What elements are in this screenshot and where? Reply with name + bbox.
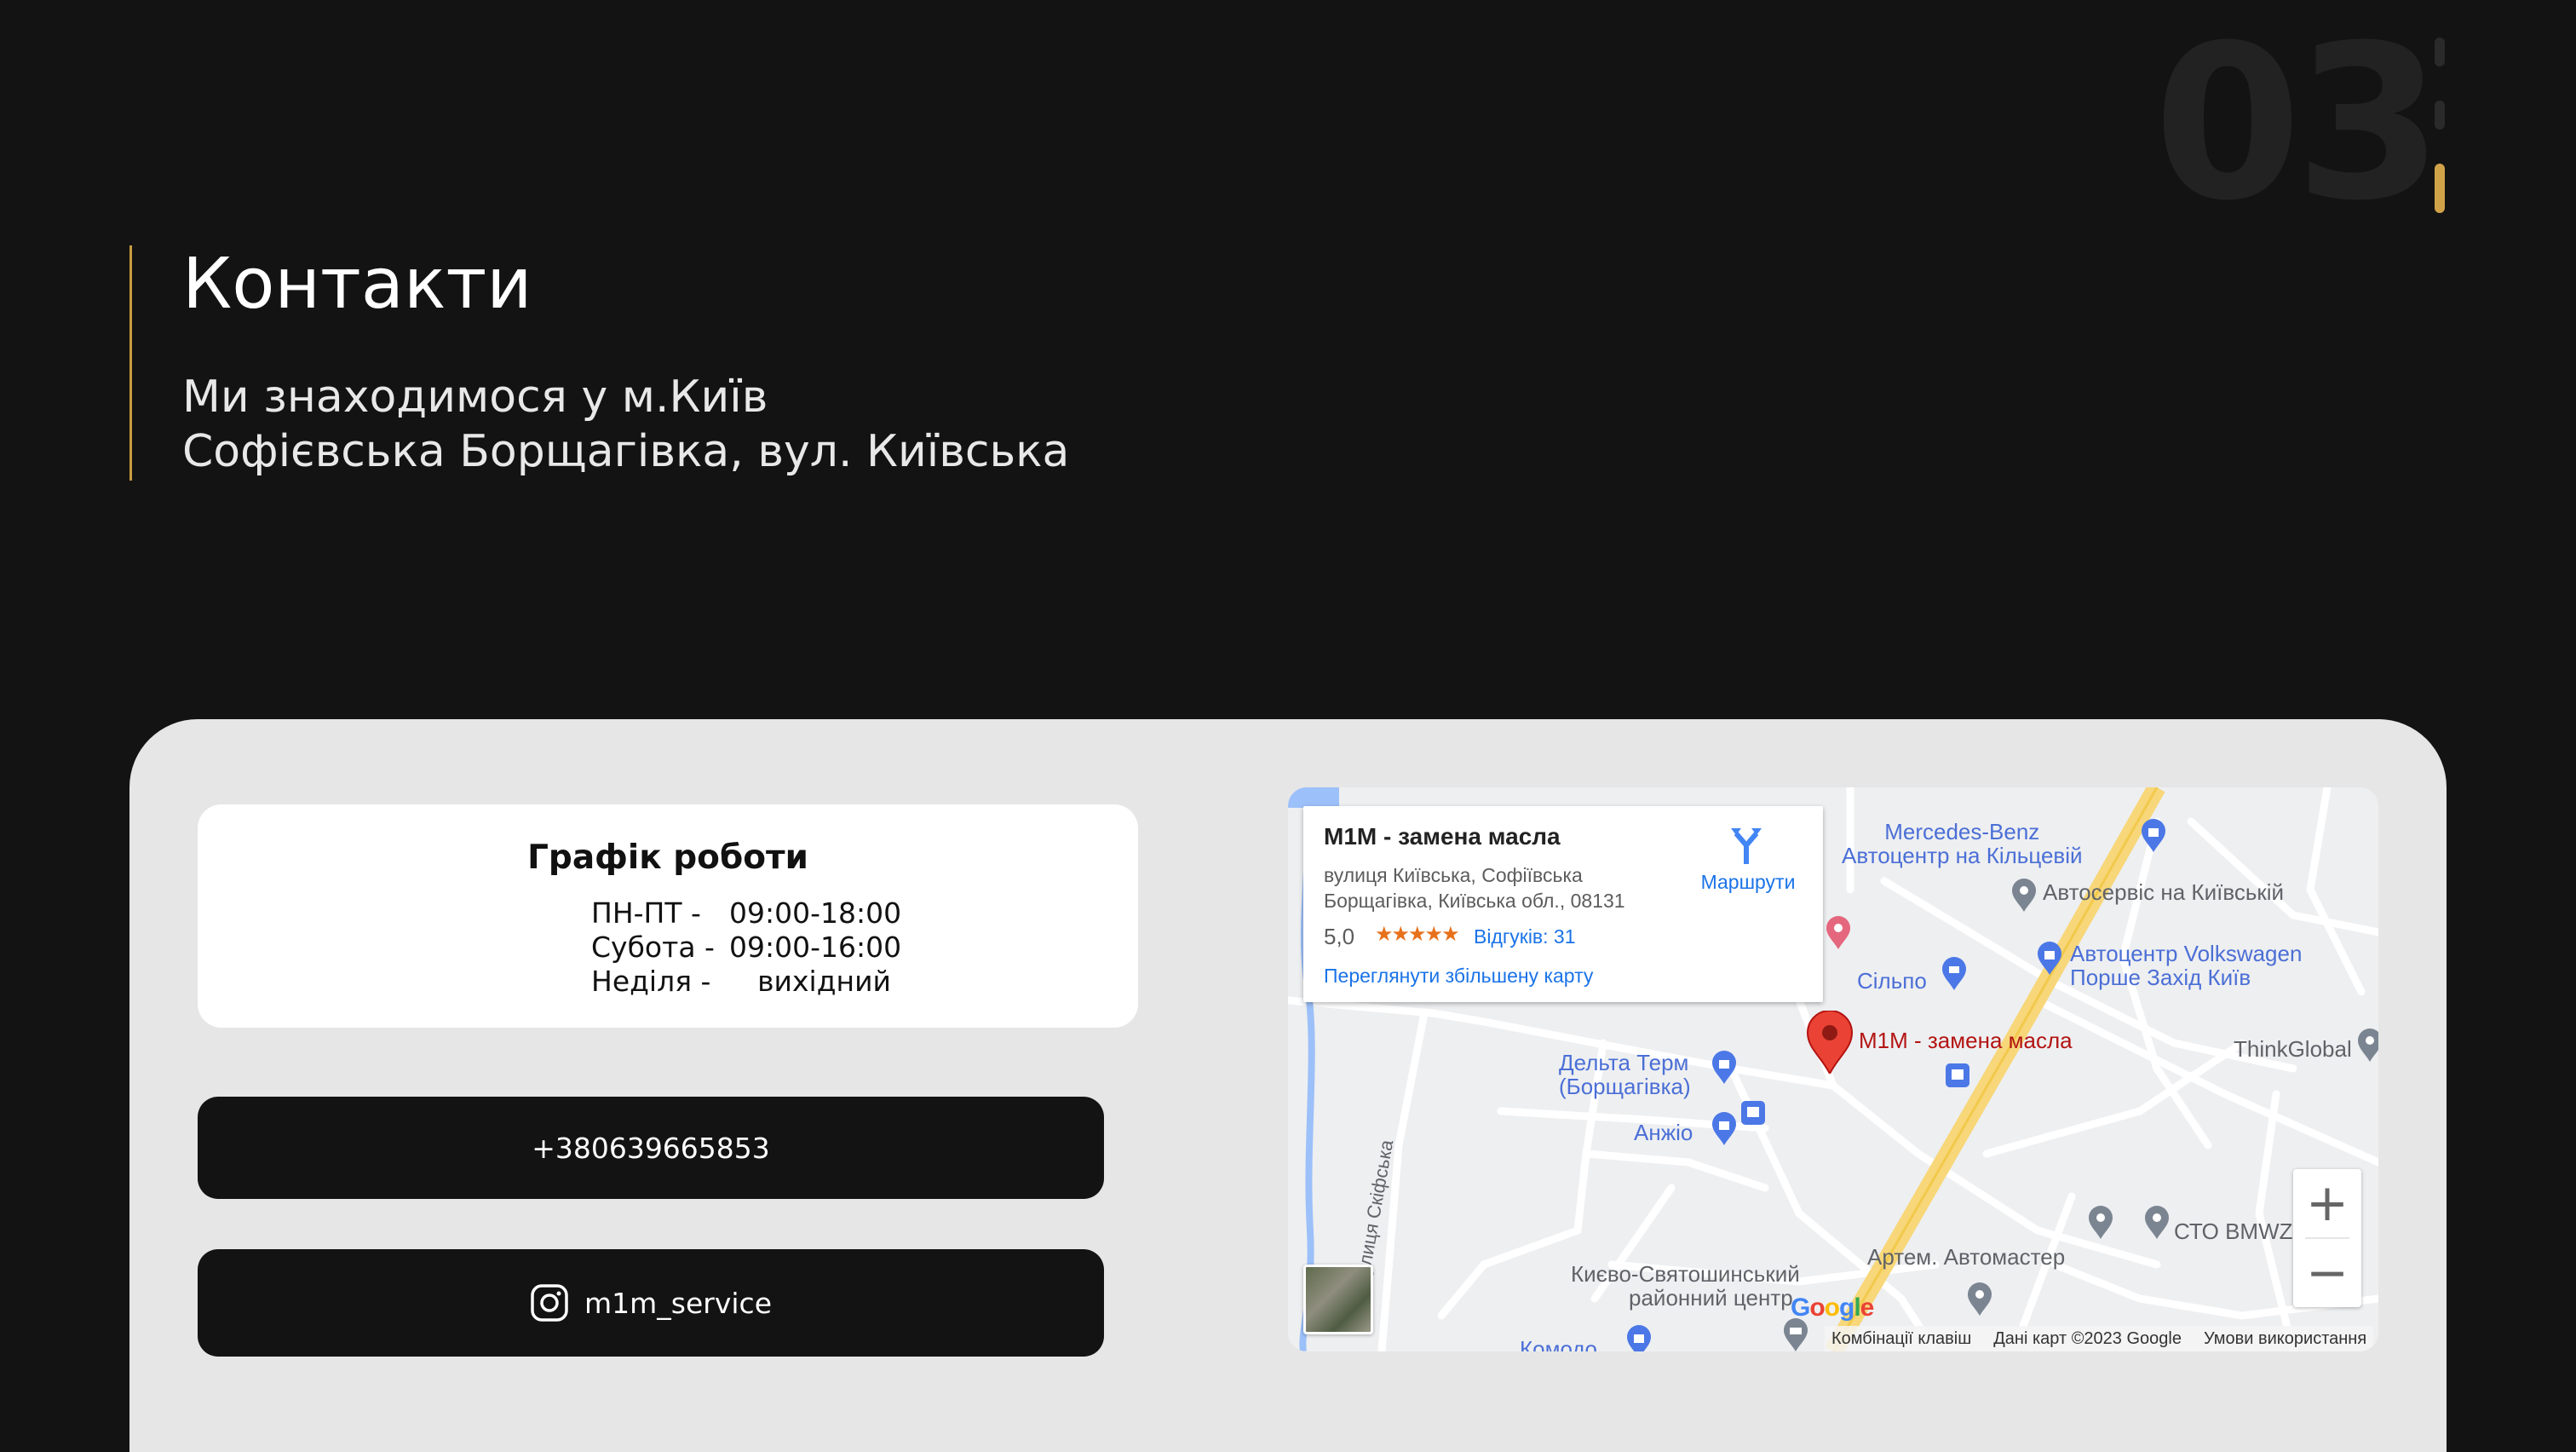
schedule-day: Неділя - (591, 965, 711, 998)
map-embed[interactable]: M1M - замена масла вулиця Київська, Софі… (1288, 787, 2378, 1351)
schedule-time: 09:00-16:00 (729, 931, 902, 964)
map-label-autoservice[interactable]: Автосервіс на Київській (2043, 879, 2284, 906)
map-label-silpo[interactable]: Сільпо (1857, 968, 1927, 994)
reviews-link[interactable]: Відгуків: 31 (1474, 925, 1576, 948)
map-label-vw-1[interactable]: Автоцентр Volkswagen (2070, 941, 2302, 967)
view-larger-map-link[interactable]: Переглянути збільшену карту (1324, 965, 1593, 988)
contacts-panel: Графік роботи ПН-ПТ - 09:00-18:00 Субота… (129, 719, 2447, 1452)
shopping-pin-icon[interactable] (2140, 818, 2167, 852)
phone-number: +380639665853 (532, 1131, 770, 1165)
map-attribution: Комбінації клавіш Дані карт ©2023 Google… (1825, 1326, 2374, 1351)
shopping-pin-icon[interactable] (1625, 1324, 1653, 1351)
pin-icon[interactable] (2087, 1205, 2114, 1239)
map-label-center-1[interactable]: Києво-Святошинський (1571, 1261, 1800, 1288)
pin-icon[interactable] (1825, 915, 1852, 949)
pin-icon[interactable] (2143, 1205, 2171, 1239)
map-label-mercedes[interactable]: Mercedes-Benz Автоцентр на Кільцевій (1842, 820, 2083, 867)
map-place-card: M1M - замена масла вулиця Київська, Софі… (1303, 806, 1823, 1002)
map-label-delta-1[interactable]: Дельта Терм (1559, 1050, 1688, 1076)
schedule-day: Субота - (591, 931, 715, 964)
instagram-icon (531, 1284, 568, 1322)
schedule-row: ПН-ПТ - 09:00-18:00 (591, 896, 902, 931)
zoom-in-button[interactable]: + (2293, 1169, 2361, 1237)
pin-icon[interactable] (2356, 1028, 2378, 1062)
schedule-day: ПН-ПТ - (591, 896, 701, 930)
directions-link[interactable]: Маршрути (1688, 871, 1808, 894)
schedule-rows: ПН-ПТ - 09:00-18:00 Субота - 09:00-16:00… (591, 896, 902, 999)
google-logo: Google (1791, 1294, 1874, 1322)
keyboard-shortcuts-link[interactable]: Комбінації клавіш (1831, 1329, 1971, 1349)
shopping-pin-icon[interactable] (1711, 1111, 1738, 1145)
satellite-toggle[interactable] (1303, 1265, 1373, 1334)
address-text: Ми знаходимося у м.Київ Софієвська Борща… (182, 370, 1069, 479)
schedule-time: вихідний (757, 965, 891, 998)
pager-dot-1[interactable] (2435, 37, 2445, 66)
zoom-control: + − (2293, 1169, 2361, 1307)
map-label-anzhio[interactable]: Анжіо (1634, 1120, 1693, 1146)
map-label-pin[interactable]: M1M - замена масла (1859, 1028, 2073, 1054)
section-number: 03 (2153, 0, 2443, 247)
pager-dot-3-active[interactable] (2435, 164, 2445, 213)
schedule-card: Графік роботи ПН-ПТ - 09:00-18:00 Субота… (198, 804, 1138, 1028)
shopping-pin-icon[interactable] (1711, 1050, 1738, 1084)
schedule-row: Субота - 09:00-16:00 (591, 931, 902, 965)
instagram-button[interactable]: m1m_service (198, 1249, 1104, 1357)
cart-pin-icon[interactable] (1941, 956, 1968, 990)
map-label-vw-2[interactable]: Порше Захід Київ (2070, 965, 2251, 991)
shopping-pin-icon[interactable] (2036, 941, 2063, 975)
map-label-delta-2[interactable]: (Борщагівка) (1559, 1074, 1691, 1100)
place-rating: 5,0 (1324, 924, 1355, 949)
map-label-center-2[interactable]: районний центр (1629, 1285, 1793, 1311)
phone-button[interactable]: +380639665853 (198, 1097, 1104, 1199)
map-label-artem[interactable]: Артем. Автомастер (1867, 1244, 2065, 1270)
bus-stop-icon[interactable] (1741, 1101, 1765, 1125)
map-label-komodo[interactable]: Комодо (1520, 1336, 1597, 1351)
pin-icon[interactable] (1966, 1282, 1993, 1316)
schedule-time: 09:00-18:00 (729, 896, 902, 930)
place-title: M1M - замена масла (1324, 823, 1561, 850)
schedule-title: Графік роботи (527, 838, 808, 877)
place-address: вулиця Київська, Софіївська Борщагівка, … (1324, 864, 1625, 912)
rating-stars-icon: ★★★★★ (1375, 923, 1460, 946)
terms-link[interactable]: Умови використання (2204, 1329, 2366, 1349)
location-pin-icon[interactable] (1806, 1011, 1854, 1074)
page-title: Контакти (182, 244, 532, 325)
schedule-row: Неділя - вихідний (591, 965, 891, 999)
map-data-text: Дані карт ©2023 Google (1993, 1328, 2182, 1348)
zoom-out-button[interactable]: − (2293, 1239, 2361, 1307)
address-line-1: Ми знаходимося у м.Київ (182, 372, 768, 423)
heading-accent-bar (129, 245, 132, 481)
instagram-handle: m1m_service (584, 1286, 772, 1320)
pin-icon[interactable] (2010, 878, 2038, 912)
bus-stop-icon[interactable] (1946, 1063, 1969, 1087)
museum-pin-icon[interactable] (1782, 1317, 1809, 1351)
address-line-2: Софієвська Борщагівка, вул. Київська (182, 426, 1070, 477)
map-label-sto[interactable]: СТО BMWZ (2174, 1219, 2293, 1245)
section-pager (2435, 37, 2447, 247)
directions-icon[interactable] (1729, 827, 1763, 864)
map-label-thinkglobal[interactable]: ThinkGlobal (2234, 1036, 2352, 1063)
pager-dot-2[interactable] (2435, 101, 2445, 130)
